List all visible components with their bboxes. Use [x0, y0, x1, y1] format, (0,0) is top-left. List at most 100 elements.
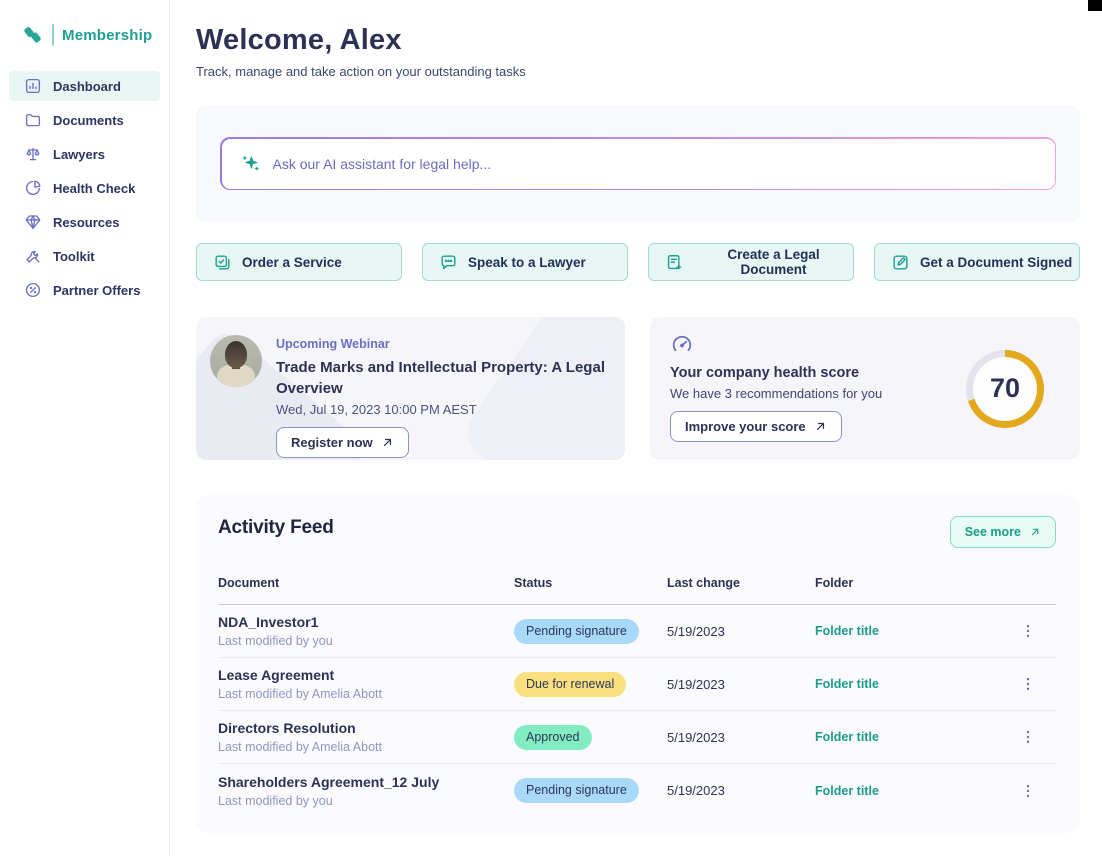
sidebar-item-label: Lawyers — [53, 147, 105, 162]
sidebar-item-partner-offers[interactable]: Partner Offers — [9, 275, 160, 305]
page-subtitle: Track, manage and take action on your ou… — [196, 64, 1080, 79]
column-header-folder: Folder — [815, 576, 1016, 590]
row-menu-button[interactable] — [1016, 619, 1040, 643]
table-body: NDA_Investor1Last modified by youPending… — [218, 605, 1056, 817]
register-now-label: Register now — [291, 435, 373, 450]
document-modified-by: Last modified by Amelia Abott — [218, 740, 514, 754]
status-cell: Pending signature — [514, 778, 667, 803]
table-header-row: DocumentStatusLast changeFolder — [218, 566, 1056, 605]
screenshot-artifact — [1088, 0, 1102, 11]
info-cards-row: Upcoming Webinar Trade Marks and Intelle… — [196, 317, 1080, 460]
gem-icon — [24, 213, 42, 231]
status-badge: Due for renewal — [514, 672, 626, 697]
kebab-icon — [1019, 782, 1037, 800]
pie-chart-icon — [24, 179, 42, 197]
get-a-document-signed-button[interactable]: Get a Document Signed — [874, 243, 1080, 281]
table-row: Shareholders Agreement_12 July Last modif… — [218, 764, 1056, 817]
sidebar-item-lawyers[interactable]: Lawyers — [9, 139, 160, 169]
health-score-ring: 70 — [966, 350, 1044, 428]
order-a-service-button[interactable]: Order a Service — [196, 243, 402, 281]
sidebar-item-label: Health Check — [53, 181, 135, 196]
order-service-icon — [213, 253, 232, 272]
quick-action-label: Get a Document Signed — [920, 255, 1072, 270]
page-title: Welcome, Alex — [196, 24, 1080, 57]
sparkle-icon — [241, 154, 261, 174]
folder-link[interactable]: Folder title — [815, 624, 1016, 638]
health-score-card: Your company health score We have 3 reco… — [650, 317, 1080, 460]
tools-icon — [24, 247, 42, 265]
webinar-eyebrow: Upcoming Webinar — [276, 337, 607, 351]
kebab-icon — [1019, 728, 1037, 746]
document-title[interactable]: Lease Agreement — [218, 667, 514, 683]
last-change-date: 5/19/2023 — [667, 624, 815, 639]
document-modified-by: Last modified by Amelia Abott — [218, 687, 514, 701]
document-cell: NDA_Investor1 Last modified by you — [218, 614, 514, 648]
register-now-button[interactable]: Register now — [276, 427, 409, 458]
activity-feed-title: Activity Feed — [218, 517, 1056, 539]
folder-link[interactable]: Folder title — [815, 730, 1016, 744]
status-cell: Approved — [514, 725, 667, 750]
sidebar-item-health-check[interactable]: Health Check — [9, 173, 160, 203]
webinar-card: Upcoming Webinar Trade Marks and Intelle… — [196, 317, 625, 460]
quick-action-label: Order a Service — [242, 255, 342, 270]
sidebar-item-label: Resources — [53, 215, 119, 230]
document-title[interactable]: Directors Resolution — [218, 720, 514, 736]
create-a-legal-document-button[interactable]: Create a Legal Document — [648, 243, 854, 281]
status-cell: Due for renewal — [514, 672, 667, 697]
document-cell: Shareholders Agreement_12 July Last modif… — [218, 774, 514, 808]
column-header-last-change: Last change — [667, 576, 815, 590]
quick-action-label: Speak to a Lawyer — [468, 255, 586, 270]
arrow-up-right-icon — [814, 420, 827, 433]
document-plus-icon — [665, 253, 684, 272]
row-menu-button[interactable] — [1016, 779, 1040, 803]
folder-link[interactable]: Folder title — [815, 677, 1016, 691]
speak-to-a-lawyer-button[interactable]: Speak to a Lawyer — [422, 243, 628, 281]
sidebar-item-label: Partner Offers — [53, 283, 140, 298]
document-cell: Lease Agreement Last modified by Amelia A… — [218, 667, 514, 701]
see-more-button[interactable]: See more — [950, 516, 1056, 548]
pen-square-icon — [891, 253, 910, 272]
kebab-icon — [1019, 675, 1037, 693]
improve-score-button[interactable]: Improve your score — [670, 411, 842, 442]
folder-icon — [24, 111, 42, 129]
logo-divider — [52, 24, 54, 46]
sidebar-item-dashboard[interactable]: Dashboard — [9, 71, 160, 101]
sidebar-item-label: Documents — [53, 113, 124, 128]
sidebar-item-label: Toolkit — [53, 249, 95, 264]
quick-actions-row: Order a Service Speak to a Lawyer Create a… — [196, 243, 1080, 281]
document-title[interactable]: Shareholders Agreement_12 July — [218, 774, 514, 790]
see-more-label: See more — [965, 525, 1021, 539]
sidebar: Membership Dashboard Documents Lawyers Heal… — [0, 0, 170, 856]
sidebar-item-toolkit[interactable]: Toolkit — [9, 241, 160, 271]
sidebar-item-label: Dashboard — [53, 79, 121, 94]
chat-icon — [439, 253, 458, 272]
arrow-up-right-icon — [381, 436, 394, 449]
document-title[interactable]: NDA_Investor1 — [218, 614, 514, 630]
health-score-value: 70 — [990, 373, 1020, 404]
last-change-date: 5/19/2023 — [667, 783, 815, 798]
folder-link[interactable]: Folder title — [815, 784, 1016, 798]
webinar-datetime: Wed, Jul 19, 2023 10:00 PM AEST — [276, 402, 607, 417]
ai-input-border — [220, 137, 1056, 190]
brand-logo: Membership — [0, 0, 169, 46]
status-badge: Pending signature — [514, 778, 639, 803]
brand-name: Membership — [62, 27, 152, 44]
percent-circle-icon — [24, 281, 42, 299]
dashboard-icon — [24, 77, 42, 95]
table-row: Directors Resolution Last modified by Ame… — [218, 711, 1056, 764]
row-menu-button[interactable] — [1016, 672, 1040, 696]
webinar-speaker-avatar — [210, 335, 262, 387]
table-row: NDA_Investor1Last modified by youPending… — [218, 605, 1056, 658]
document-modified-by: Last modified by you — [218, 634, 514, 648]
quick-action-label: Create a Legal Document — [694, 247, 853, 277]
document-modified-by: Last modified by you — [218, 794, 514, 808]
row-menu-button[interactable] — [1016, 725, 1040, 749]
improve-score-label: Improve your score — [685, 419, 806, 434]
column-header-document: Document — [218, 576, 514, 590]
ai-assistant-card — [196, 105, 1080, 222]
ai-assistant-input[interactable] — [273, 156, 1036, 172]
sidebar-item-documents[interactable]: Documents — [9, 105, 160, 135]
sidebar-item-resources[interactable]: Resources — [9, 207, 160, 237]
webinar-title: Trade Marks and Intellectual Property: A… — [276, 358, 607, 399]
activity-feed-card: Activity Feed See more DocumentStatusLas… — [196, 495, 1080, 833]
